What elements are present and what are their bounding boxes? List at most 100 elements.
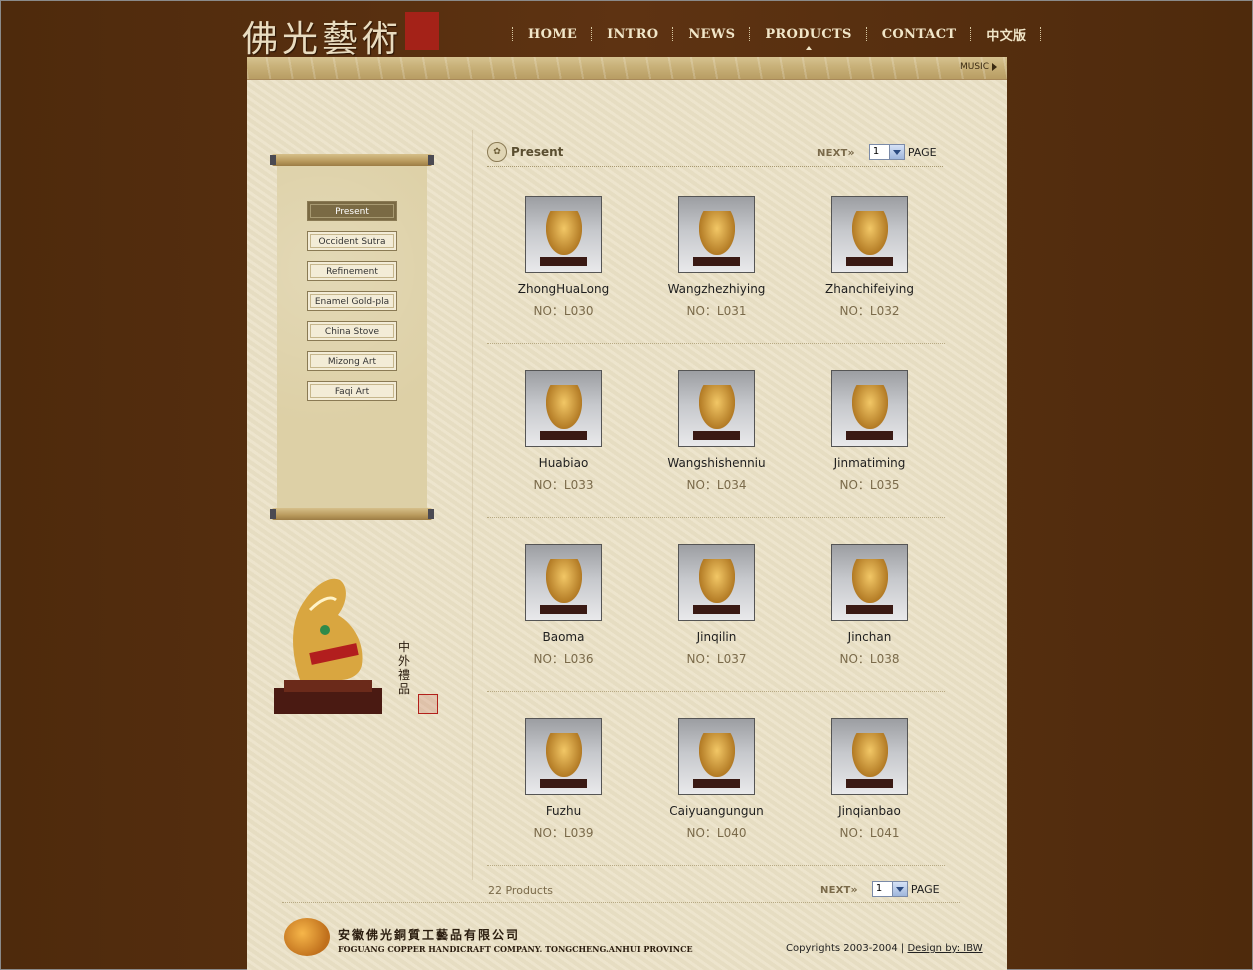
category-mizong-art[interactable]: Mizong Art (307, 351, 397, 371)
pager-bottom: NEXT» 1 PAGE (820, 881, 940, 897)
product-name[interactable]: Caiyuangungun (640, 804, 793, 818)
statue-figure (699, 733, 735, 777)
product-thumbnail[interactable] (525, 544, 602, 621)
company-name-en: FOGUANG COPPER HANDICRAFT COMPANY. TONGC… (338, 944, 693, 954)
category-refinement[interactable]: Refinement (307, 261, 397, 281)
product-item[interactable]: Wangshishenniu NO：L034 (640, 370, 793, 493)
section-title: Present (511, 145, 564, 159)
product-thumbnail[interactable] (831, 718, 908, 795)
product-number: NO：L031 (686, 304, 747, 318)
product-number: NO：L038 (839, 652, 900, 666)
nav-separator (970, 27, 972, 41)
product-number: NO：L032 (839, 304, 900, 318)
product-name[interactable]: ZhongHuaLong (487, 282, 640, 296)
page-select[interactable]: 1 (868, 144, 905, 160)
product-name[interactable]: Wangshishenniu (640, 456, 793, 470)
statue-base (846, 257, 893, 266)
chevron-down-icon[interactable] (891, 882, 907, 896)
page-select-value: 1 (872, 146, 880, 157)
nav-separator (1040, 27, 1042, 41)
product-item[interactable]: Wangzhezhiying NO：L031 (640, 196, 793, 319)
product-thumbnail[interactable] (831, 196, 908, 273)
product-number: NO：L033 (533, 478, 594, 492)
product-row: Huabiao NO：L033 Wangshishenniu NO：L034 J… (487, 344, 945, 518)
section-emblem-icon: ✿ (487, 142, 507, 162)
statue-figure (546, 733, 582, 777)
product-thumbnail[interactable] (831, 370, 908, 447)
product-row: Fuzhu NO：L039 Caiyuangungun NO：L040 Jinq… (487, 692, 945, 866)
page-label: PAGE (907, 145, 937, 159)
product-thumbnail[interactable] (678, 544, 755, 621)
statue-figure (852, 385, 888, 429)
nav-products[interactable]: PRODUCTS (753, 27, 863, 50)
product-name[interactable]: Zhanchifeiying (793, 282, 946, 296)
product-thumbnail[interactable] (678, 196, 755, 273)
product-name[interactable]: Jinqianbao (793, 804, 946, 818)
music-toggle[interactable]: MUSIC (960, 62, 997, 72)
category-occident-sutra[interactable]: Occident Sutra (307, 231, 397, 251)
product-name[interactable]: Fuzhu (487, 804, 640, 818)
page-select[interactable]: 1 (871, 881, 908, 897)
category-enamel-gold-plate[interactable]: Enamel Gold-pla (307, 291, 397, 311)
category-faqi-art[interactable]: Faqi Art (307, 381, 397, 401)
statue-figure (699, 385, 735, 429)
nav-contact[interactable]: CONTACT (870, 27, 969, 42)
next-page-link[interactable]: NEXT» (820, 883, 858, 896)
statue-figure (852, 559, 888, 603)
product-thumbnail[interactable] (831, 544, 908, 621)
play-icon (992, 62, 997, 71)
product-item[interactable]: Jinqianbao NO：L041 (793, 718, 946, 841)
statue-base (693, 605, 740, 614)
product-item[interactable]: Jinqilin NO：L037 (640, 544, 793, 667)
product-name[interactable]: Baoma (487, 630, 640, 644)
product-item[interactable]: Huabiao NO：L033 (487, 370, 640, 493)
nav-separator (749, 27, 751, 41)
product-number: NO：L041 (839, 826, 900, 840)
logo-text: 佛光藝術 (242, 19, 403, 60)
next-page-link[interactable]: NEXT» (817, 146, 855, 159)
product-item[interactable]: Zhanchifeiying NO：L032 (793, 196, 946, 319)
product-thumbnail[interactable] (678, 718, 755, 795)
nav-news[interactable]: NEWS (676, 27, 747, 42)
logo-seal-icon (405, 12, 439, 50)
product-thumbnail[interactable] (678, 370, 755, 447)
product-name[interactable]: Jinmatiming (793, 456, 946, 470)
music-label: MUSIC (959, 62, 989, 72)
nav-intro[interactable]: INTRO (595, 27, 670, 42)
product-item[interactable]: ZhongHuaLong NO：L030 (487, 196, 640, 319)
product-item[interactable]: Jinmatiming NO：L035 (793, 370, 946, 493)
page-select-value: 1 (875, 883, 883, 894)
nav-separator (865, 27, 868, 41)
category-china-stove[interactable]: China Stove (307, 321, 397, 341)
product-thumbnail[interactable] (525, 196, 602, 273)
nav-chinese[interactable]: 中文版 (974, 25, 1038, 44)
product-item[interactable]: Baoma NO：L036 (487, 544, 640, 667)
product-item[interactable]: Fuzhu NO：L039 (487, 718, 640, 841)
next-label: NEXT (820, 884, 851, 896)
chevron-down-icon[interactable] (888, 145, 904, 159)
product-thumbnail[interactable] (525, 370, 602, 447)
product-number: NO：L040 (686, 826, 747, 840)
category-present[interactable]: Present (307, 201, 397, 221)
scroll-roller-top (270, 154, 434, 166)
statue-base (540, 605, 587, 614)
footer-divider (282, 902, 960, 903)
copyright: Copyrights 2003-2004 | Design by: IBW (786, 943, 983, 954)
product-number: NO：L030 (533, 304, 594, 318)
statue-figure (546, 211, 582, 255)
scroll-banner: MUSIC (247, 57, 1007, 80)
product-name[interactable]: Jinqilin (640, 630, 793, 644)
nav-separator (591, 27, 593, 41)
design-credit-link[interactable]: Design by: IBW (907, 943, 982, 954)
product-item[interactable]: Caiyuangungun NO：L040 (640, 718, 793, 841)
scroll-roller-bottom (270, 508, 434, 520)
product-name[interactable]: Huabiao (487, 456, 640, 470)
page-label: PAGE (910, 882, 940, 896)
site-logo[interactable]: 佛光藝術 (242, 8, 442, 60)
product-item[interactable]: Jinchan NO：L038 (793, 544, 946, 667)
product-name[interactable]: Jinchan (793, 630, 946, 644)
company-name-cn: 安徽佛光銅質工藝品有限公司 (338, 928, 521, 942)
product-thumbnail[interactable] (525, 718, 602, 795)
product-name[interactable]: Wangzhezhiying (640, 282, 793, 296)
nav-home[interactable]: HOME (516, 27, 589, 42)
